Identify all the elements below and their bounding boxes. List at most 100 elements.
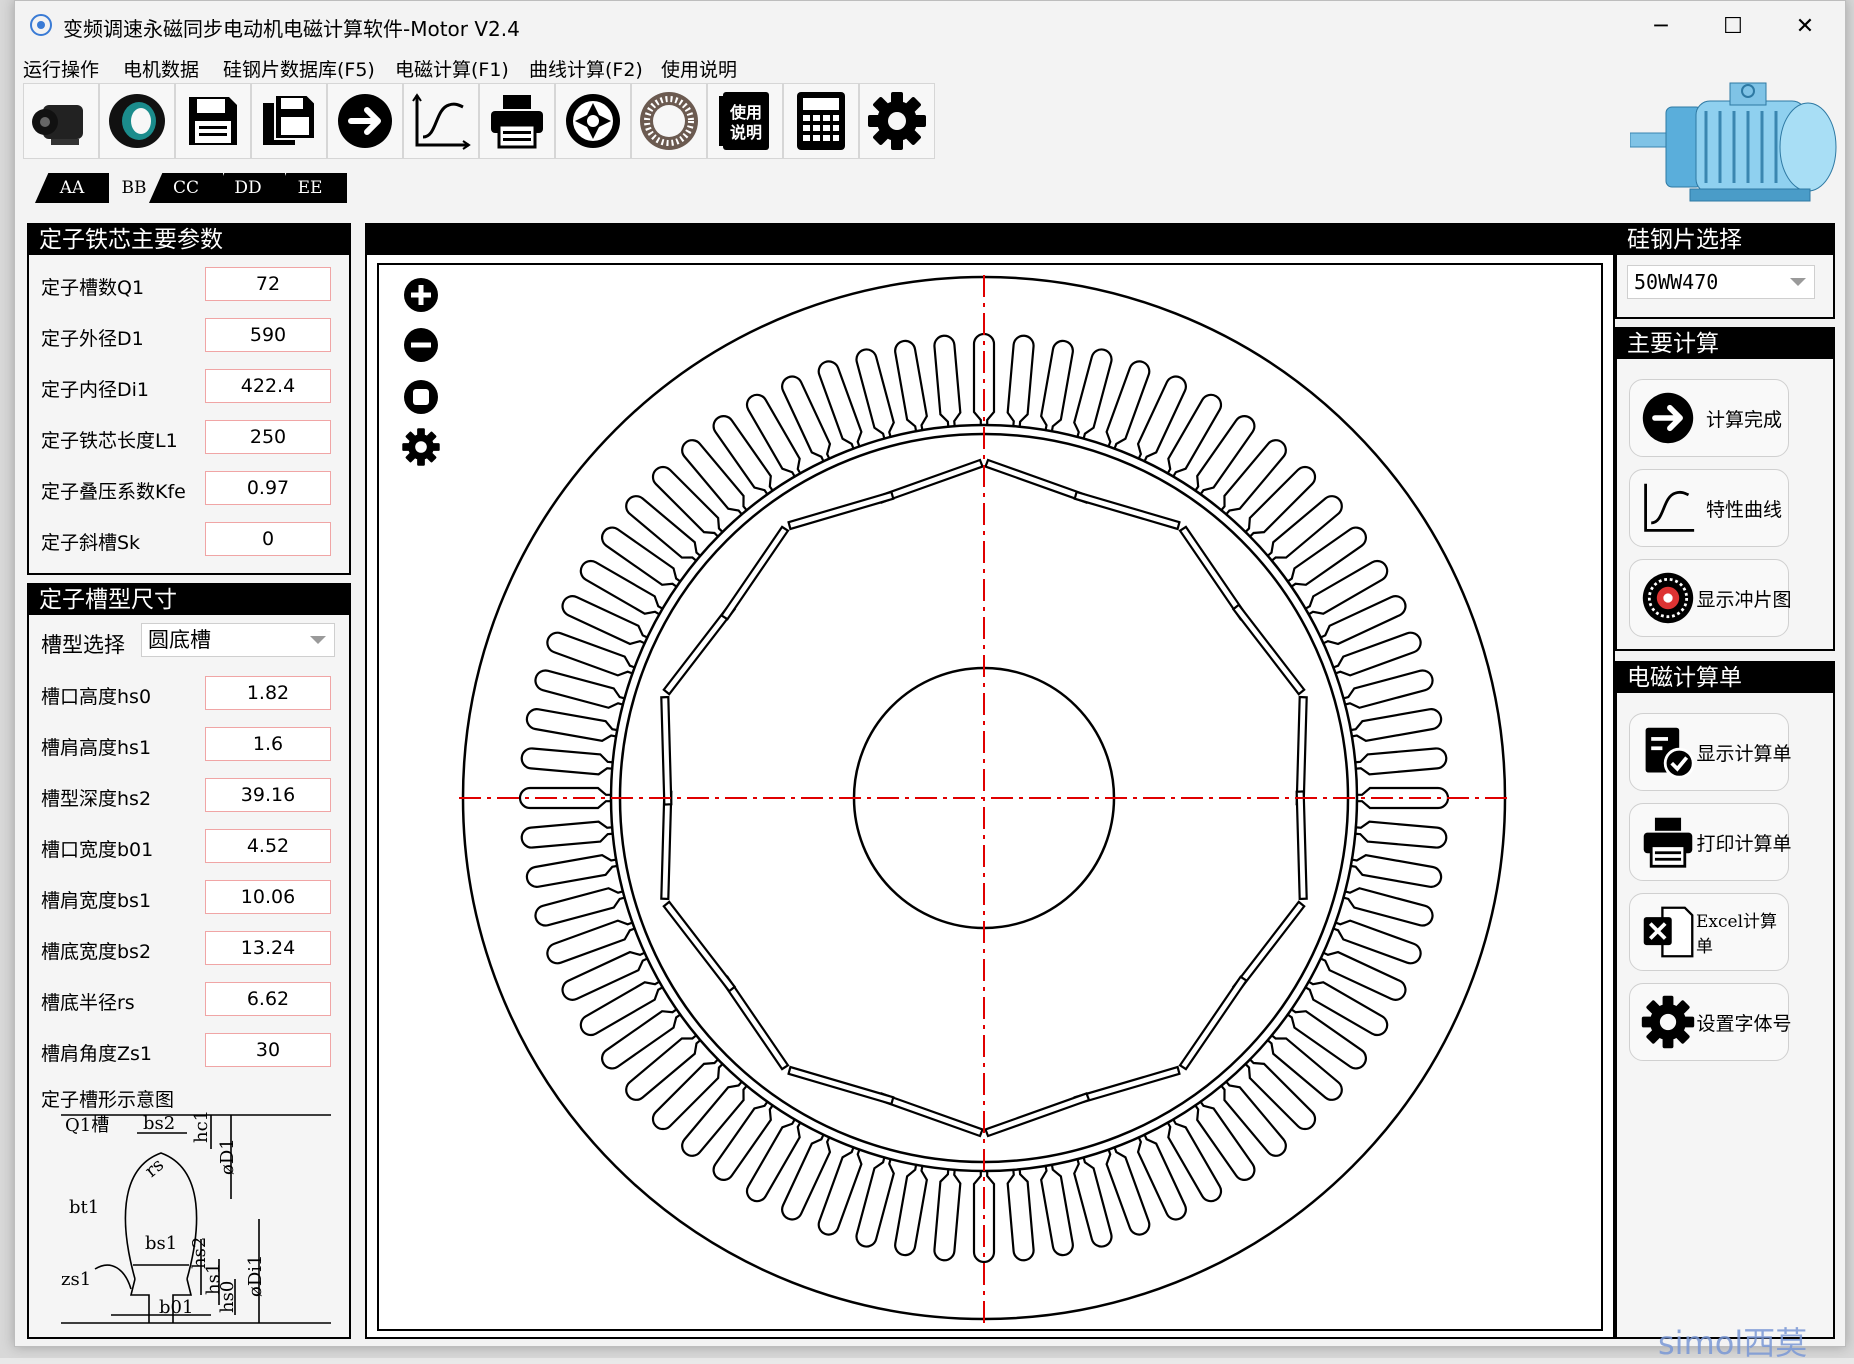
stator-slot <box>1136 375 1187 463</box>
show-sheet-button[interactable]: 显示计算单 <box>1629 713 1792 791</box>
stator-slot <box>579 980 664 1037</box>
skew-input[interactable]: 0 <box>205 522 331 556</box>
toolbar-print-button[interactable] <box>479 83 555 159</box>
field-label: 定子叠压系数Kfe <box>41 481 186 503</box>
stator-slot <box>625 1033 702 1101</box>
rs-input[interactable]: 6.62 <box>205 982 331 1016</box>
stator-slot <box>781 1133 832 1221</box>
menu-em-calc[interactable]: 电磁计算(F1) <box>395 55 509 82</box>
hs2-input[interactable]: 39.16 <box>205 778 331 812</box>
curve-icon <box>412 93 471 150</box>
stator-slot <box>1354 820 1448 849</box>
drawing-canvas[interactable] <box>377 263 1603 1331</box>
zs1-input[interactable]: 30 <box>205 1033 331 1067</box>
gear-icon <box>1641 995 1695 1049</box>
rotor-magnet <box>1073 490 1181 531</box>
calc-complete-button[interactable]: 计算完成 <box>1629 379 1789 457</box>
stator-core-panel: 定子铁芯主要参数 定子槽数Q1 72 定子外径D1 590 定子内径Di1 42… <box>27 223 351 575</box>
bs1-input[interactable]: 10.06 <box>205 880 331 914</box>
rotor-magnet <box>719 975 790 1071</box>
font-size-button[interactable]: 设置字体号 <box>1629 983 1792 1061</box>
characteristic-curve-button[interactable]: 特性曲线 <box>1629 469 1789 547</box>
toolbar-curve-button[interactable] <box>403 83 479 159</box>
lamination-drawing-panel <box>365 223 1615 1339</box>
stator-slot <box>894 339 928 433</box>
field-label: 槽肩高度hs1 <box>41 737 152 759</box>
lamination-drawing <box>459 275 1509 1323</box>
save-icon <box>189 97 237 145</box>
slot-dimensions-panel: 定子槽型尺寸 槽型选择 圆底槽 槽口高度hs0 1.82 槽肩高度hs1 1.6… <box>27 583 351 1339</box>
diagram-label-di1: øDi1 <box>245 1255 266 1297</box>
field-label: 槽口宽度b01 <box>41 839 154 861</box>
slots-q1-input[interactable]: 72 <box>205 267 331 301</box>
menu-run[interactable]: 运行操作 <box>23 55 99 82</box>
maximize-button[interactable]: ☐ <box>1697 1 1769 51</box>
rotor-magnet <box>877 458 984 504</box>
slot-type-select[interactable]: 圆底槽 <box>141 623 335 657</box>
core-length-input[interactable]: 250 <box>205 420 331 454</box>
excel-icon <box>1643 906 1694 958</box>
stator-slot <box>525 708 619 742</box>
toolbar-save-as-button[interactable] <box>251 83 327 159</box>
punch-sheet-icon <box>1642 572 1694 624</box>
chevron-down-icon <box>310 636 326 644</box>
excel-sheet-label: Excel计算单 <box>1696 912 1778 957</box>
excel-sheet-button[interactable]: Excel计算单 <box>1629 893 1789 971</box>
menu-motor-data[interactable]: 电机数据 <box>123 55 199 82</box>
bs2-input[interactable]: 13.24 <box>205 931 331 965</box>
stacking-factor-input[interactable]: 0.97 <box>205 471 331 505</box>
menu-curve-calc[interactable]: 曲线计算(F2) <box>529 55 643 82</box>
stator-slot <box>651 1058 724 1131</box>
stator-slot <box>1219 439 1287 516</box>
stator-slot <box>561 950 649 1001</box>
menu-steel-db[interactable]: 硅钢片数据库(F5) <box>223 55 375 82</box>
field-label: 定子内径Di1 <box>41 379 149 401</box>
arrow-right-icon <box>1642 392 1694 444</box>
slot-diagram: Q1槽 bs2 hc1 rs øD1 bt1 bs1 hs2 hs1 hs0 z… <box>61 1110 331 1324</box>
stator-slot <box>651 465 724 538</box>
printer-icon <box>491 95 543 149</box>
toolbar-manual-button[interactable]: 使用 说明 <box>707 83 783 159</box>
stator-slot <box>520 747 614 776</box>
toolbar-calculate-button[interactable] <box>327 83 403 159</box>
toolbar-punch-button[interactable] <box>555 83 631 159</box>
outer-diameter-input[interactable]: 590 <box>205 318 331 352</box>
toolbar-lamination-button[interactable] <box>631 83 707 159</box>
b01-input[interactable]: 4.52 <box>205 829 331 863</box>
field-label: 定子外径D1 <box>41 328 144 350</box>
toolbar-calculator-button[interactable] <box>783 83 859 159</box>
toolbar-stator-button[interactable] <box>99 83 175 159</box>
toolbar-save-button[interactable] <box>175 83 251 159</box>
slot-diagram-title: 定子槽形示意图 <box>41 1089 175 1111</box>
slot-title: 定子槽型尺寸 <box>29 585 349 615</box>
svg-text:说明: 说明 <box>730 123 762 142</box>
field-label: 槽底半径rs <box>41 992 135 1014</box>
toolbar-motor-button[interactable] <box>23 83 99 159</box>
stator-slot <box>1349 708 1443 742</box>
hs0-input[interactable]: 1.82 <box>205 676 331 710</box>
print-sheet-button[interactable]: 打印计算单 <box>1629 803 1792 881</box>
stator-slot <box>1266 495 1343 563</box>
rotor-magnet <box>660 790 673 901</box>
app-icon <box>30 14 52 36</box>
arrow-right-icon <box>338 94 392 148</box>
minimize-button[interactable]: ─ <box>1625 1 1697 51</box>
em-sheet-title: 电磁计算单 <box>1617 663 1833 693</box>
toolbar-settings-button[interactable] <box>859 83 935 159</box>
hs1-input[interactable]: 1.6 <box>205 727 331 761</box>
diagram-label-q1: Q1槽 <box>65 1115 109 1136</box>
steel-select[interactable]: 50WW470 <box>1627 265 1815 299</box>
document-check-icon <box>1645 727 1695 779</box>
show-punch-button[interactable]: 显示冲片图 <box>1629 559 1792 637</box>
stator-slot <box>1193 415 1256 496</box>
field-label: 定子斜槽Sk <box>41 532 141 554</box>
em-sheet-panel: 电磁计算单 显示计算单 打印计算单 Excel计算单 设置字体号 <box>1615 661 1835 1339</box>
menu-help[interactable]: 使用说明 <box>661 55 737 82</box>
stator-slot <box>933 1168 962 1262</box>
inner-diameter-input[interactable]: 422.4 <box>205 369 331 403</box>
print-sheet-label: 打印计算单 <box>1696 832 1792 855</box>
close-button[interactable]: ✕ <box>1769 1 1841 51</box>
stator-slot <box>894 1163 928 1257</box>
rotor-magnet <box>719 525 790 621</box>
steel-title: 硅钢片选择 <box>1617 225 1833 255</box>
